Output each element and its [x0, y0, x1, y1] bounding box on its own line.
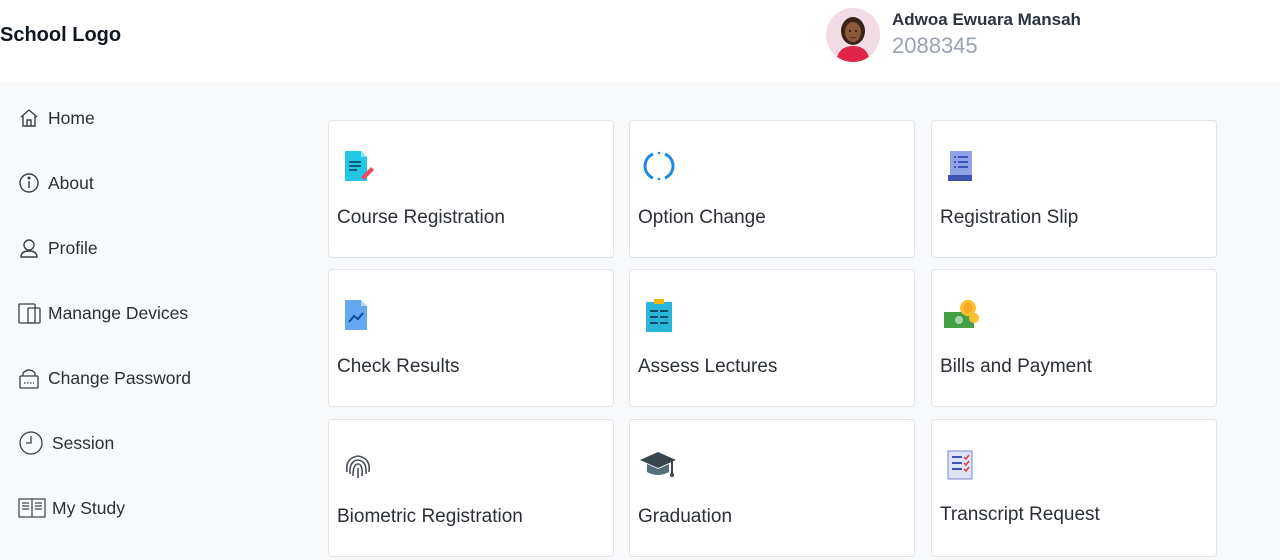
- top-header: School Logo Adwoa Ewuara Mansah 2088345: [0, 0, 1280, 82]
- card-assess-lectures[interactable]: Assess Lectures: [629, 269, 915, 407]
- user-name: Adwoa Ewuara Mansah: [892, 10, 1081, 29]
- user-profile[interactable]: Adwoa Ewuara Mansah 2088345: [826, 8, 1081, 62]
- sidebar-item-label: Session: [52, 432, 115, 453]
- sidebar-item-my-study[interactable]: My Study: [18, 490, 125, 526]
- sidebar-item-label: Home: [48, 107, 95, 128]
- info-icon: [18, 170, 44, 196]
- card-bills-and-payment[interactable]: Bills and Payment: [931, 269, 1217, 407]
- card-label: Course Registration: [337, 207, 505, 228]
- card-label: Check Results: [337, 356, 460, 377]
- devices-icon: [18, 300, 44, 326]
- fingerprint-icon: [341, 448, 375, 482]
- book-icon: [18, 495, 48, 521]
- user-id: 2088345: [892, 33, 978, 58]
- chart-document-icon: [341, 298, 375, 332]
- card-label: Assess Lectures: [638, 356, 778, 377]
- sidebar-item-label: My Study: [52, 497, 125, 518]
- card-check-results[interactable]: Check Results: [328, 269, 614, 407]
- clipboard-icon: [642, 298, 676, 332]
- card-registration-slip[interactable]: Registration Slip: [931, 120, 1217, 258]
- money-icon: [944, 298, 979, 332]
- user-icon: [18, 235, 44, 261]
- card-label: Registration Slip: [940, 207, 1079, 228]
- card-biometric-registration[interactable]: Biometric Registration: [328, 419, 614, 557]
- card-label: Bills and Payment: [940, 356, 1093, 377]
- sidebar-item-about[interactable]: About: [18, 165, 94, 201]
- sidebar-item-manage-devices[interactable]: Manange Devices: [18, 295, 188, 331]
- card-label: Graduation: [638, 506, 733, 527]
- card-course-registration[interactable]: Course Registration: [328, 120, 614, 258]
- scroll-icon: [944, 149, 978, 183]
- refresh-icon: [642, 149, 676, 183]
- sidebar-item-home[interactable]: Home: [18, 100, 95, 136]
- card-label: Transcript Request: [940, 504, 1100, 525]
- card-graduation[interactable]: Graduation: [629, 419, 915, 557]
- home-icon: [18, 105, 44, 131]
- card-option-change[interactable]: Option Change: [629, 120, 915, 258]
- checklist-icon: [944, 448, 978, 482]
- graduation-cap-icon: [638, 448, 678, 482]
- card-label: Biometric Registration: [337, 506, 523, 527]
- sidebar-item-label: Change Password: [48, 367, 191, 388]
- document-edit-icon: [341, 149, 375, 183]
- avatar[interactable]: [826, 8, 880, 62]
- school-logo[interactable]: School Logo: [0, 24, 121, 47]
- sidebar-item-session[interactable]: Session: [18, 425, 114, 461]
- clock-icon: [18, 430, 48, 456]
- sidebar-item-label: About: [48, 172, 94, 193]
- card-label: Option Change: [638, 207, 766, 228]
- sidebar-item-label: Profile: [48, 237, 98, 258]
- sidebar-item-change-password[interactable]: Change Password: [18, 360, 191, 396]
- lock-icon: [18, 365, 44, 391]
- sidebar-item-profile[interactable]: Profile: [18, 230, 98, 266]
- card-transcript-request[interactable]: Transcript Request: [931, 419, 1217, 557]
- sidebar-item-label: Manange Devices: [48, 302, 189, 323]
